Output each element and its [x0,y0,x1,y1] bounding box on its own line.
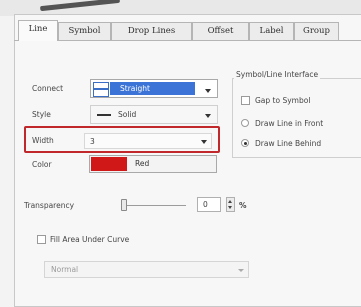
radio-draw-in-front[interactable] [241,119,249,127]
transparency-input[interactable]: 0 [197,197,221,212]
connect-value: Straight [120,84,150,93]
connect-label: Connect [32,84,64,93]
fill-area-checkbox[interactable] [37,235,46,244]
gap-to-symbol-checkbox[interactable] [241,96,250,105]
connect-dropdown[interactable]: Straight [90,79,218,98]
width-dropdown[interactable]: 3 [84,133,212,149]
connect-selection: Straight [110,82,195,95]
tab-label[interactable]: Label [249,22,294,40]
color-label: Color [32,160,52,169]
color-swatch [91,157,127,171]
tab-group[interactable]: Group [294,22,339,40]
tab-drop-lines[interactable]: Drop Lines [111,22,192,40]
fill-area-label: Fill Area Under Curve [50,235,130,244]
transparency-label: Transparency [24,201,75,210]
chevron-down-icon [238,269,244,272]
line-preview-icon [93,82,109,97]
color-picker[interactable]: Red [89,155,217,173]
transparency-value: 0 [203,200,208,209]
radio-selected-dot [243,141,247,145]
tab-symbol[interactable]: Symbol [58,22,111,40]
style-label: Style [32,110,51,119]
transparency-slider-track[interactable] [124,205,186,206]
tab-divider [14,40,361,41]
chevron-down-icon [205,114,211,118]
spin-down-icon [228,206,232,209]
percent-unit: % [239,201,247,210]
transparency-spinner[interactable] [226,197,235,212]
color-value: Red [135,159,150,168]
spin-up-icon [228,200,232,203]
chevron-down-icon [201,140,207,144]
fill-mode-value: Normal [51,265,79,274]
style-value: Solid [118,110,137,119]
solid-line-icon [97,114,111,116]
radio-draw-behind[interactable] [241,139,249,147]
tab-line[interactable]: Line [18,20,58,41]
transparency-slider-handle[interactable] [121,199,127,211]
tab-offset[interactable]: Offset [192,22,249,40]
draw-behind-label: Draw Line Behind [255,139,322,148]
interface-group-title: Symbol/Line Interface [234,70,321,79]
draw-in-front-label: Draw Line in Front [255,119,324,128]
chevron-down-icon [205,89,211,93]
style-dropdown[interactable]: Solid [90,105,218,124]
width-value: 3 [90,137,95,146]
fill-mode-dropdown[interactable]: Normal [44,261,249,278]
gap-to-symbol-label: Gap to Symbol [255,96,311,105]
width-label: Width [32,136,54,145]
